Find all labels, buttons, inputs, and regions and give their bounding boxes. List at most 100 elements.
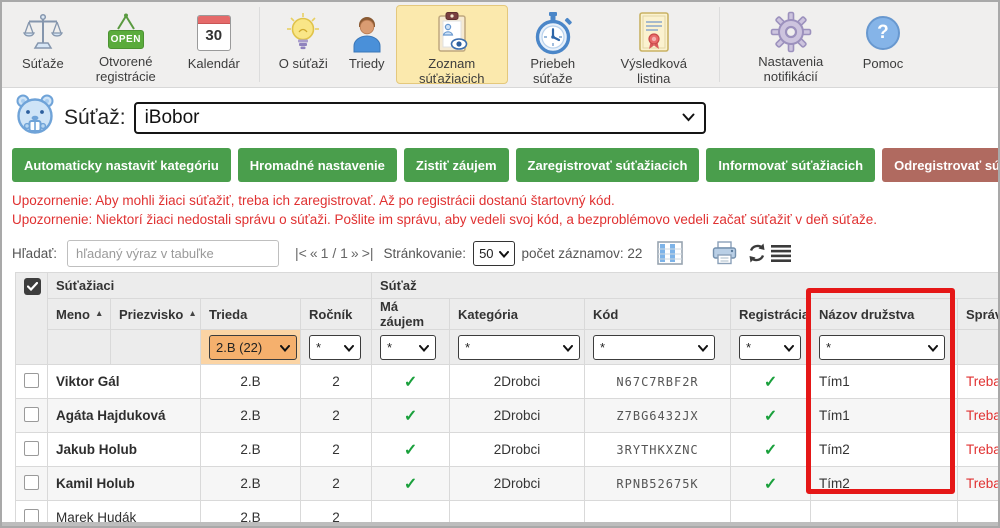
warning-line-1: Upozornenie: Aby mohli žiaci súťažiť, tr…	[12, 191, 994, 210]
list-view-icon[interactable]	[771, 244, 791, 262]
table-row: Viktor Gál 2.B 2 ✓ 2Drobci N67C7RBF2R ✓ …	[16, 365, 1000, 399]
main-toolbar: Súťaže OPEN Otvorené registrácie 30	[2, 2, 998, 88]
trieda-filter-select[interactable]: 2.B (22)	[209, 335, 297, 360]
chevron-down-icon	[499, 246, 509, 261]
row-checkbox-cell	[16, 399, 48, 433]
cell-kod: Z7BG6432JX	[585, 399, 731, 433]
contest-select[interactable]: iBobor	[134, 102, 706, 134]
row-checkbox-cell	[16, 365, 48, 399]
kod-filter-select[interactable]: *	[593, 335, 715, 360]
column-label: Správa	[966, 307, 1000, 322]
filter-cell-priezvisko	[111, 330, 201, 365]
toolbar-item-label: Zoznam súťažiacich	[406, 56, 498, 87]
unregister-button[interactable]: Odregistrovať súťažiacich	[882, 148, 1000, 182]
row-checkbox[interactable]	[24, 373, 39, 388]
pager-prev-button[interactable]: «	[310, 245, 318, 261]
register-button[interactable]: Zaregistrovať súťažiacich	[516, 148, 700, 182]
toolbar-item-o-sutazi[interactable]: O súťaži	[269, 5, 338, 84]
kategoria-filter-select[interactable]: *	[458, 335, 580, 360]
row-checkbox[interactable]	[24, 407, 39, 422]
chevron-down-icon	[784, 340, 794, 355]
pager-next-button[interactable]: »	[351, 245, 359, 261]
filter-cell-kategoria: *	[450, 330, 585, 365]
lightbulb-icon	[283, 11, 323, 55]
column-header-ma-zaujem[interactable]: Má záujem	[372, 299, 450, 330]
help-icon: ?	[866, 11, 900, 55]
column-header-registracia[interactable]: Registrácia	[731, 299, 811, 330]
warnings: Upozornenie: Aby mohli žiaci súťažiť, tr…	[12, 191, 994, 229]
cell-name: Kamil Holub	[48, 467, 201, 501]
clipboard-eye-icon	[432, 11, 472, 55]
toolbar-item-label: Otvorené registrácie	[84, 54, 168, 85]
cell-name: Agáta Hajduková	[48, 399, 201, 433]
toolbar-item-sutaze[interactable]: Súťaže	[12, 5, 74, 84]
records-count: počet záznamov: 22	[522, 246, 643, 261]
cell-ma-zaujem: ✓	[372, 399, 450, 433]
select-all-checkbox[interactable]	[24, 278, 41, 295]
row-checkbox[interactable]	[24, 441, 39, 456]
chevron-down-icon	[682, 109, 695, 127]
druzstvo-filter-select[interactable]: *	[819, 335, 945, 360]
window-bottom-edge	[2, 522, 998, 526]
bulk-set-button[interactable]: Hromadné nastavenie	[238, 148, 397, 182]
scales-icon	[23, 11, 63, 55]
check-interest-button[interactable]: Zistiť záujem	[404, 148, 509, 182]
row-checkbox-cell	[16, 467, 48, 501]
pager-first-button[interactable]: |<	[295, 245, 307, 261]
cell-sprava: Treba i	[958, 433, 1000, 467]
chevron-down-icon	[419, 340, 429, 355]
cell-registracia: ✓	[731, 399, 811, 433]
auto-category-button[interactable]: Automaticky nastaviť kategóriu	[12, 148, 231, 182]
toolbar-item-vysledkova-listina[interactable]: Výsledková listina	[598, 5, 710, 84]
columns-icon[interactable]	[657, 241, 683, 265]
column-header-kod[interactable]: Kód	[585, 299, 731, 330]
toolbar-item-kalendar[interactable]: 30 Kalendár	[178, 5, 250, 84]
column-label: Priezvisko	[119, 307, 183, 322]
toolbar-item-triedy[interactable]: Triedy	[338, 5, 396, 84]
row-checkbox[interactable]	[24, 475, 39, 490]
filter-value: 2.B (22)	[216, 340, 262, 355]
column-header-meno[interactable]: Meno▲	[48, 299, 111, 330]
rocnik-filter-select[interactable]: *	[309, 335, 361, 360]
toolbar-divider	[259, 7, 260, 82]
search-input[interactable]	[67, 240, 279, 267]
refresh-icon[interactable]	[747, 243, 767, 263]
chevron-down-icon	[928, 340, 938, 355]
contest-row: Súťaž: iBobor	[14, 94, 706, 141]
page-size-select[interactable]: 50	[473, 241, 514, 266]
column-header-rocnik[interactable]: Ročník	[301, 299, 372, 330]
column-header-kategoria[interactable]: Kategória	[450, 299, 585, 330]
toolbar-item-priebeh-sutaze[interactable]: Priebeh súťaže	[508, 5, 598, 84]
cell-ma-zaujem: ✓	[372, 365, 450, 399]
paging-label: Stránkovanie:	[384, 246, 467, 261]
toolbar-item-label: Súťaže	[22, 56, 64, 71]
chevron-down-icon	[563, 340, 573, 355]
stopwatch-icon	[532, 11, 574, 55]
pager-page-indicator: 1 / 1	[321, 245, 348, 261]
print-icon[interactable]	[712, 241, 737, 265]
contest-label: Súťaž:	[64, 106, 126, 130]
inform-button[interactable]: Informovať súťažiacich	[706, 148, 875, 182]
toolbar-item-label: Nastavenia notifikácií	[739, 54, 843, 85]
column-label: Registrácia	[739, 307, 809, 322]
column-header-sprava[interactable]: Správa	[958, 299, 1000, 330]
column-header-trieda[interactable]: Trieda	[201, 299, 301, 330]
column-header-nazov-druzstva[interactable]: Názov družstva	[811, 299, 958, 330]
toolbar-item-pomoc[interactable]: ? Pomoc	[853, 5, 913, 84]
filter-value: *	[387, 340, 392, 355]
search-label: Hľadať:	[12, 246, 57, 261]
pager-last-button[interactable]: >|	[362, 245, 374, 261]
column-header-priezvisko[interactable]: Priezvisko▲	[111, 299, 201, 330]
toolbar-item-nastavenia-notifikacii[interactable]: Nastavenia notifikácií	[729, 5, 853, 84]
filter-cell-trieda: 2.B (22)	[201, 330, 301, 365]
toolbar-item-otvorene-registracie[interactable]: OPEN Otvorené registrácie	[74, 5, 178, 84]
registracia-filter-select[interactable]: *	[739, 335, 801, 360]
filter-cell-kod: *	[585, 330, 731, 365]
cell-name: Jakub Holub	[48, 433, 201, 467]
toolbar-item-zoznam-sutaziacich[interactable]: Zoznam súťažiacich	[396, 5, 508, 84]
page-size-value: 50	[479, 246, 493, 261]
ma-zaujem-filter-select[interactable]: *	[380, 335, 436, 360]
cell-trieda: 2.B	[201, 365, 301, 399]
cell-registracia: ✓	[731, 365, 811, 399]
gear-icon	[770, 11, 812, 53]
